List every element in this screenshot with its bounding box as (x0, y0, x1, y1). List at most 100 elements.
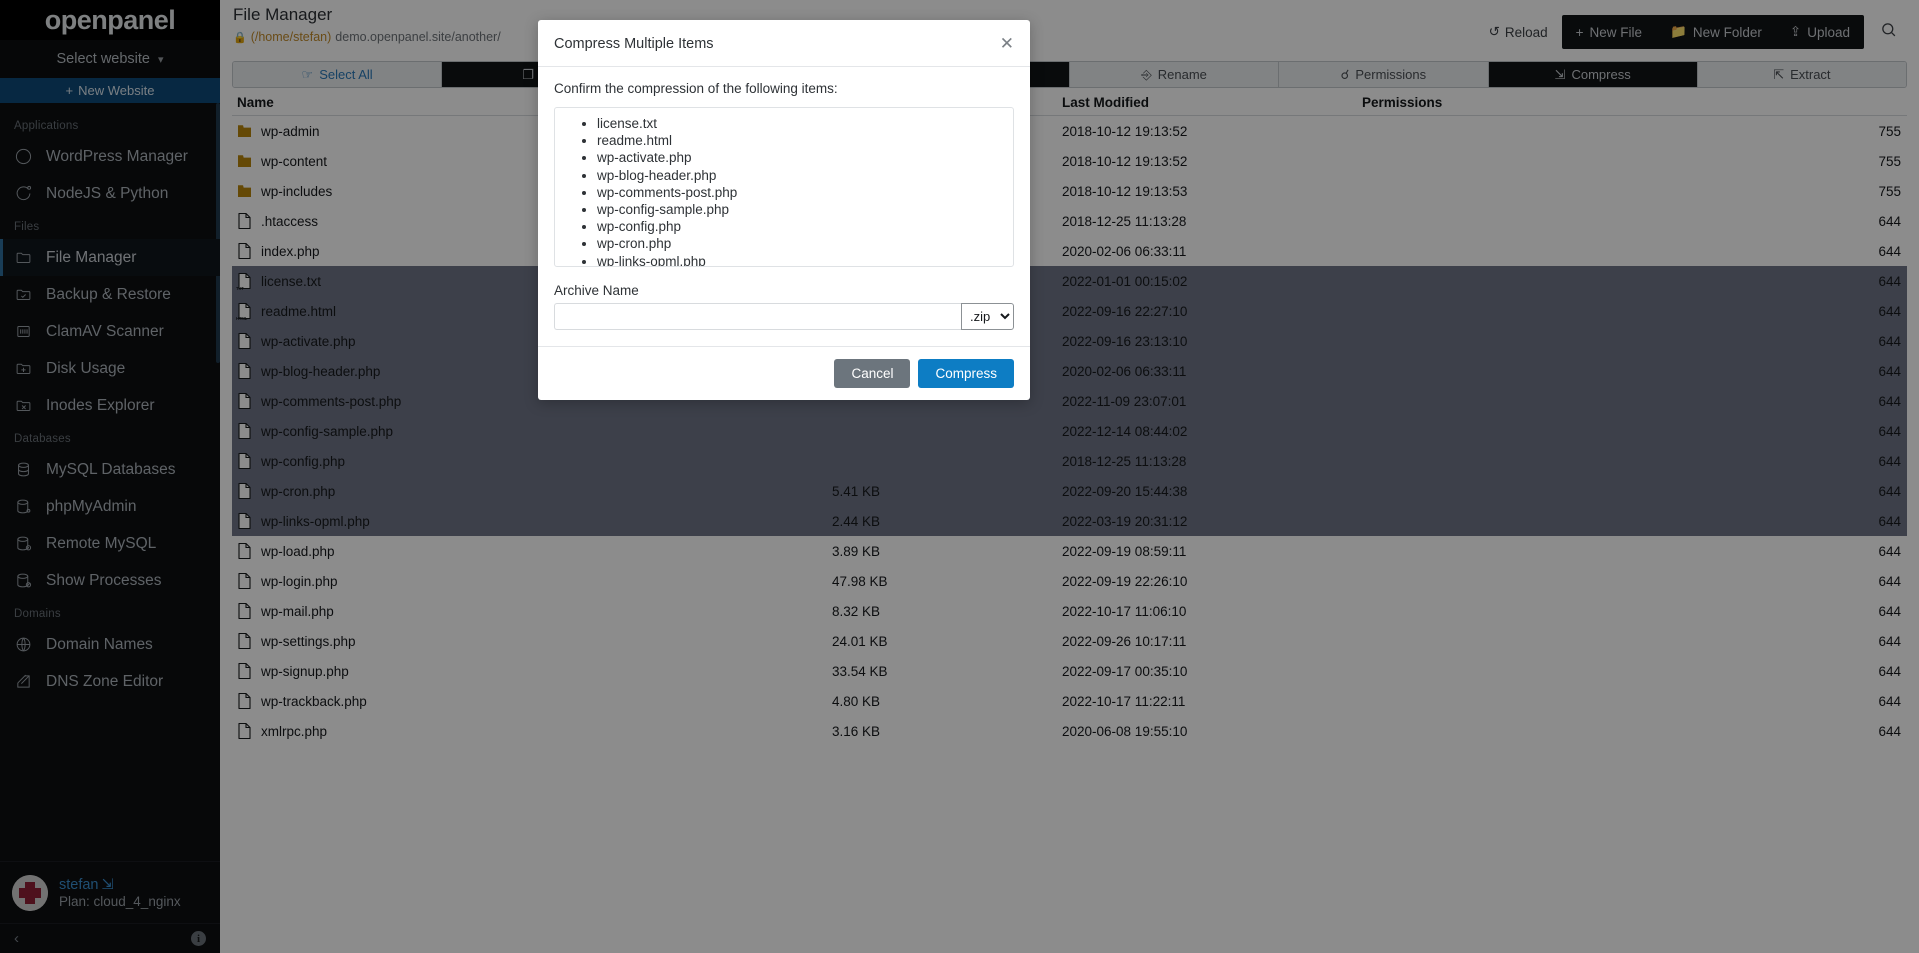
table-row[interactable]: wp-settings.php 24.01 KB 2022-09-26 10:17:… (232, 626, 1907, 656)
tab-label: Select All (319, 67, 373, 82)
table-row[interactable]: .htaccess 2018-12-25 11:13:28 644 (232, 206, 1907, 236)
tab-permissions[interactable]: ☌ Permissions (1279, 62, 1489, 87)
table-row[interactable]: wp-comments-post.php 2022-11-09 23:07:01 6… (232, 386, 1907, 416)
cell-size: 8.32 KB (832, 603, 881, 619)
cell-modified: 2022-09-19 08:59:11 (1062, 543, 1187, 559)
sidebar-item-nodejs-python[interactable]: NodeJS & Python (0, 175, 220, 212)
cell-name[interactable]: wp-login.php (232, 566, 832, 596)
sidebar-item-label: Disk Usage (46, 359, 126, 377)
folder-icon (237, 122, 252, 140)
sidebar-item-clamav-scanner[interactable]: ClamAV Scanner (0, 313, 220, 350)
file-icon (237, 722, 252, 740)
sidebar-user-box[interactable]: stefan ⇲ Plan: cloud_4_nginx (0, 861, 220, 923)
table-row[interactable]: wp-config-sample.php 2022-12-14 08:44:02 6… (232, 416, 1907, 446)
tab-rename[interactable]: ⎆ Rename (1070, 62, 1280, 87)
file-name-label: wp-activate.php (261, 333, 356, 349)
tab-select-all[interactable]: ☞ Select All (233, 62, 443, 87)
wordpress-icon (14, 147, 33, 166)
reload-button[interactable]: ↺ Reload (1475, 16, 1562, 48)
sidebar-item-show-processes[interactable]: Show Processes (0, 562, 220, 599)
cell-name[interactable]: wp-config.php (232, 446, 832, 476)
sidebar-item-label: Remote MySQL (46, 534, 157, 552)
new-file-button[interactable]: + New File (1562, 16, 1656, 49)
cancel-button[interactable]: Cancel (834, 359, 911, 388)
sidebar-item-disk-usage[interactable]: Disk Usage (0, 350, 220, 387)
sidebar-item-dns-zone-editor[interactable]: DNS Zone Editor (0, 663, 220, 700)
upload-button[interactable]: ⇪ Upload (1776, 15, 1864, 49)
cell-name[interactable]: wp-settings.php (232, 626, 832, 656)
sidebar-footer: ‹ i (0, 923, 220, 953)
sidebar-item-inodes-explorer[interactable]: Inodes Explorer (0, 387, 220, 424)
sidebar-item-backup-restore[interactable]: Backup & Restore (0, 276, 220, 313)
search-icon[interactable] (1864, 13, 1907, 51)
column-header-permissions[interactable]: Permissions (1362, 92, 1907, 116)
user-name[interactable]: stefan ⇲ (59, 877, 181, 893)
table-row[interactable]: xmlrpc.php 3.16 KB 2020-06-08 19:55:10 644 (232, 716, 1907, 746)
cell-permissions: 644 (1878, 663, 1901, 679)
chevron-left-icon[interactable]: ‹ (14, 930, 19, 947)
new-website-button[interactable]: + New Website (0, 78, 220, 103)
column-header-modified[interactable]: Last Modified (1062, 92, 1362, 116)
breadcrumb[interactable]: 🔒 (/home/stefan) demo.openpanel.site/ano… (233, 30, 501, 44)
new-folder-button[interactable]: 📁 New Folder (1656, 15, 1776, 49)
file-name-label: wp-cron.php (261, 483, 336, 499)
cell-modified: 2022-10-17 11:22:11 (1062, 693, 1186, 709)
table-row[interactable]: wp-activate.php 2022-09-16 23:13:10 644 (232, 326, 1907, 356)
logout-icon[interactable]: ⇲ (102, 877, 114, 893)
table-row[interactable]: wp-mail.php 8.32 KB 2022-10-17 11:06:10 644 (232, 596, 1907, 626)
sidebar-item-wordpress-manager[interactable]: WordPress Manager (0, 138, 220, 175)
table-row[interactable]: wp-trackback.php 4.80 KB 2022-10-17 11:22:… (232, 686, 1907, 716)
sidebar-item-label: DNS Zone Editor (46, 672, 164, 690)
cell-name[interactable]: wp-config-sample.php (232, 416, 832, 446)
cell-name[interactable]: wp-cron.php (232, 476, 832, 506)
folder-check-icon (14, 285, 33, 304)
globe-icon (14, 635, 33, 654)
sidebar-item-mysql-databases[interactable]: MySQL Databases (0, 451, 220, 488)
sidebar-item-phpmyadmin[interactable]: phpMyAdmin (0, 488, 220, 525)
table-row[interactable]: HTML readme.html 2022-09-16 22:27:10 644 (232, 296, 1907, 326)
table-row[interactable]: wp-includes 2018-10-12 19:13:53 755 (232, 176, 1907, 206)
table-row[interactable]: wp-config.php 2018-12-25 11:13:28 644 (232, 446, 1907, 476)
table-row[interactable]: wp-signup.php 33.54 KB 2022-09-17 00:35:10… (232, 656, 1907, 686)
tab-extract[interactable]: ⇱ Extract (1697, 62, 1906, 87)
archive-extension-select[interactable]: .zip.tar.tar.gz (961, 303, 1014, 330)
archive-name-input[interactable] (554, 303, 961, 330)
website-selector[interactable]: Select website ▾ (0, 40, 220, 78)
cell-name[interactable]: wp-trackback.php (232, 686, 832, 716)
new-folder-label: New Folder (1692, 24, 1762, 40)
compress-button[interactable]: Compress (918, 359, 1014, 388)
cell-name[interactable]: wp-signup.php (232, 656, 832, 686)
cell-name[interactable]: xmlrpc.php (232, 716, 832, 746)
table-row[interactable]: wp-admin 2018-10-12 19:13:52 755 (232, 116, 1907, 147)
sidebar-item-domain-names[interactable]: Domain Names (0, 626, 220, 663)
table-row[interactable]: wp-content 2018-10-12 19:13:52 755 (232, 146, 1907, 176)
table-row[interactable]: index.php 2020-02-06 06:33:11 644 (232, 236, 1907, 266)
info-icon[interactable]: i (191, 931, 206, 946)
tab-compress[interactable]: ⇲ Compress (1488, 62, 1698, 87)
database-dot-icon (14, 497, 33, 516)
file-icon (237, 482, 252, 500)
close-icon[interactable]: ✕ (1000, 35, 1014, 52)
breadcrumb-path: demo.openpanel.site/another/ (335, 30, 501, 44)
cell-modified: 2020-06-08 19:55:10 (1062, 723, 1188, 739)
cell-modified: 2018-10-12 19:13:53 (1062, 183, 1188, 199)
sidebar-item-file-manager[interactable]: File Manager (0, 239, 220, 276)
compress-item: wp-links-opml.php (597, 253, 1013, 266)
compress-item: wp-activate.php (597, 149, 1013, 166)
table-row[interactable]: wp-cron.php 5.41 KB 2022-09-20 15:44:38 644 (232, 476, 1907, 506)
cell-modified: 2018-10-12 19:13:52 (1062, 123, 1188, 139)
table-row[interactable]: wp-login.php 47.98 KB 2022-09-19 22:26:10 6… (232, 566, 1907, 596)
table-row[interactable]: wp-blog-header.php 2020-02-06 06:33:11 644 (232, 356, 1907, 386)
table-row[interactable]: wp-load.php 3.89 KB 2022-09-19 08:59:11 644 (232, 536, 1907, 566)
reload-icon: ↺ (1488, 24, 1500, 39)
table-row[interactable]: TXT license.txt 2022-01-01 00:15:02 644 (232, 266, 1907, 296)
compress-item: wp-config.php (597, 218, 1013, 235)
cell-name[interactable]: wp-load.php (232, 536, 832, 566)
cell-name[interactable]: wp-links-opml.php (232, 506, 832, 536)
sidebar-item-remote-mysql[interactable]: Remote MySQL (0, 525, 220, 562)
tab-label: Permissions (1355, 67, 1427, 82)
cell-permissions: 644 (1878, 603, 1901, 619)
compress-items-list[interactable]: license.txtreadme.htmlwp-activate.phpwp-… (554, 107, 1014, 267)
table-row[interactable]: wp-links-opml.php 2.44 KB 2022-03-19 20:31… (232, 506, 1907, 536)
cell-name[interactable]: wp-mail.php (232, 596, 832, 626)
